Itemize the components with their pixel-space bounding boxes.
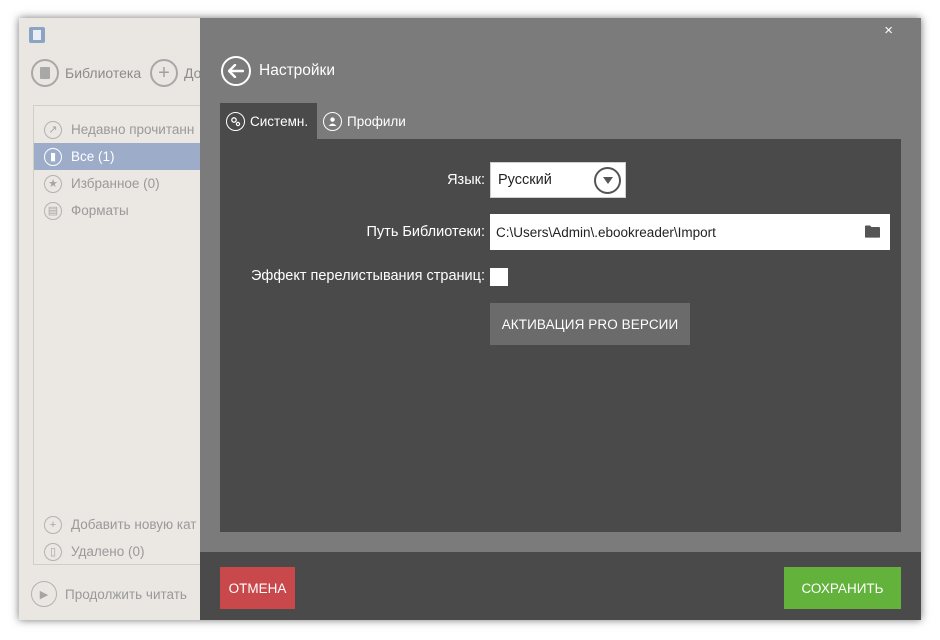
sidebar-item-all[interactable]: ▮ Все (1) xyxy=(34,143,214,170)
settings-panel: Язык: Русский Путь Библиотеки: Эффект пе… xyxy=(220,139,901,532)
app-logo-icon xyxy=(29,27,45,43)
page-flip-checkbox[interactable] xyxy=(490,268,508,286)
app-window: Библиотека + До ↗ Недавно прочитанн ▮ Вс… xyxy=(19,18,921,620)
close-icon[interactable]: × xyxy=(884,22,893,39)
library-toolbar-button[interactable]: Библиотека xyxy=(31,58,141,88)
cancel-button[interactable]: ОТМЕНА xyxy=(220,567,295,609)
gears-icon xyxy=(226,111,245,131)
tab-profiles[interactable]: Профили xyxy=(323,103,423,139)
user-icon xyxy=(323,111,342,131)
sidebar-item-deleted[interactable]: ▯ Удалено (0) xyxy=(34,538,214,565)
continue-reading-label: Продолжить читать xyxy=(65,586,187,602)
language-label: Язык: xyxy=(447,172,485,188)
back-button[interactable] xyxy=(221,56,251,86)
continue-reading-button[interactable]: ▶ Продолжить читать xyxy=(31,581,187,607)
plus-icon: + xyxy=(44,515,62,534)
trash-icon: ▯ xyxy=(44,542,62,561)
language-select[interactable]: Русский xyxy=(490,162,626,198)
sidebar-item-add-category[interactable]: + Добавить новую кат xyxy=(34,511,214,538)
add-toolbar-label: До xyxy=(184,65,202,81)
library-sidebar: ↗ Недавно прочитанн ▮ Все (1) ★ Избранно… xyxy=(33,105,214,565)
settings-dialog: × Настройки Системн. Профили Язык: Русск… xyxy=(200,18,921,620)
language-value: Русский xyxy=(498,172,552,188)
library-path-label: Путь Библиотеки: xyxy=(366,224,486,240)
sidebar-item-label: Все (1) xyxy=(71,149,115,164)
activate-pro-button[interactable]: АКТИВАЦИЯ PRO ВЕРСИИ xyxy=(490,303,690,345)
save-button[interactable]: СОХРАНИТЬ xyxy=(784,567,901,609)
share-icon: ↗ xyxy=(44,120,62,139)
arrow-left-icon xyxy=(228,64,244,78)
add-toolbar-button[interactable]: + До xyxy=(150,58,201,88)
star-icon: ★ xyxy=(44,174,62,193)
file-icon: ▤ xyxy=(44,201,62,220)
sidebar-item-label: Удалено (0) xyxy=(71,544,145,559)
sidebar-item-recent[interactable]: ↗ Недавно прочитанн xyxy=(34,116,214,143)
tab-system-label: Системн. xyxy=(250,113,309,129)
chevron-down-icon xyxy=(594,167,621,194)
plus-icon: + xyxy=(150,59,178,87)
sidebar-item-favorites[interactable]: ★ Избранное (0) xyxy=(34,170,214,197)
sidebar-item-formats[interactable]: ▤ Форматы xyxy=(34,197,214,224)
library-toolbar-label: Библиотека xyxy=(65,65,142,81)
book-icon xyxy=(31,59,59,87)
sidebar-item-label: Недавно прочитанн xyxy=(71,122,195,137)
page-title: Настройки xyxy=(259,62,336,79)
book-icon: ▮ xyxy=(44,147,62,166)
sidebar-item-label: Избранное (0) xyxy=(71,176,160,191)
tab-profiles-label: Профили xyxy=(347,113,406,129)
sidebar-item-label: Форматы xyxy=(71,203,129,218)
library-path-input[interactable] xyxy=(490,214,890,250)
play-icon: ▶ xyxy=(31,581,57,607)
page-flip-label: Эффект перелистывания страниц: xyxy=(250,268,485,284)
dialog-footer: ОТМЕНА СОХРАНИТЬ xyxy=(200,552,921,620)
folder-icon[interactable] xyxy=(865,225,880,238)
sidebar-item-label: Добавить новую кат xyxy=(71,517,197,532)
tab-system[interactable]: Системн. xyxy=(220,103,317,139)
